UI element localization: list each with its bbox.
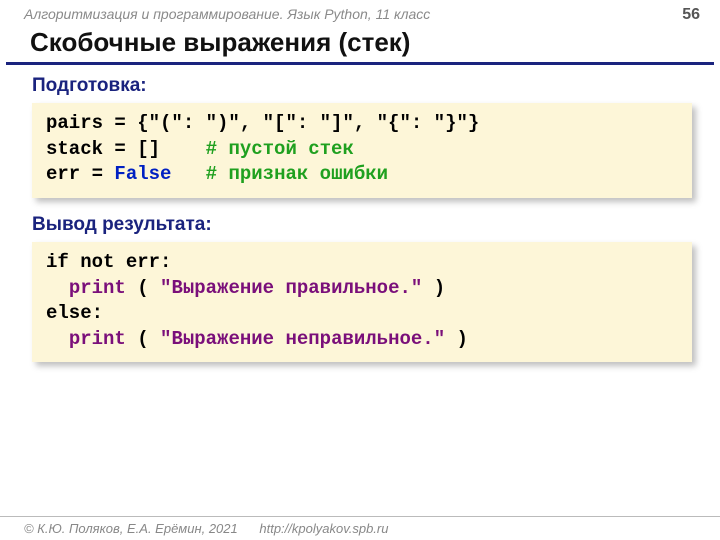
section-output-label: Вывод результата:	[0, 204, 720, 242]
code-line: pairs = {"(": ")", "[": "]", "{": "}"}	[46, 112, 479, 134]
section-prep-label: Подготовка:	[0, 65, 720, 103]
code-space	[69, 251, 80, 273]
code-string: "Выражение неправильное."	[160, 328, 445, 350]
slide-header: Алгоритмизация и программирование. Язык …	[0, 0, 720, 24]
code-keyword: else	[46, 302, 92, 324]
code-line-part: stack = []	[46, 138, 206, 160]
code-comment: # пустой стек	[206, 138, 354, 160]
code-line-part: )	[445, 328, 468, 350]
code-line-part: err =	[46, 163, 114, 185]
page-number: 56	[682, 6, 700, 24]
code-line-part: err:	[114, 251, 171, 273]
code-line-part: (	[126, 277, 160, 299]
copyright: © К.Ю. Поляков, Е.А. Ерёмин, 2021	[24, 521, 238, 536]
code-line-part: )	[422, 277, 445, 299]
code-string: "Выражение правильное."	[160, 277, 422, 299]
code-builtin: print	[69, 328, 126, 350]
code-block-output: if not err: print ( "Выражение правильно…	[32, 242, 692, 363]
code-block-prep: pairs = {"(": ")", "[": "]", "{": "}"} s…	[32, 103, 692, 198]
code-builtin: print	[69, 277, 126, 299]
slide-title: Скобочные выражения (стек)	[6, 24, 714, 65]
code-line-part: (	[126, 328, 160, 350]
code-indent	[46, 277, 69, 299]
code-keyword: if	[46, 251, 69, 273]
code-comment: # признак ошибки	[206, 163, 388, 185]
footer-url: http://kpolyakov.spb.ru	[259, 521, 388, 536]
code-keyword: not	[80, 251, 114, 273]
code-line-part: :	[92, 302, 103, 324]
code-keyword-false: False	[114, 163, 171, 185]
course-name: Алгоритмизация и программирование. Язык …	[24, 6, 430, 22]
slide-footer: © К.Ю. Поляков, Е.А. Ерёмин, 2021 http:/…	[0, 516, 720, 540]
code-line-part	[171, 163, 205, 185]
code-indent	[46, 328, 69, 350]
